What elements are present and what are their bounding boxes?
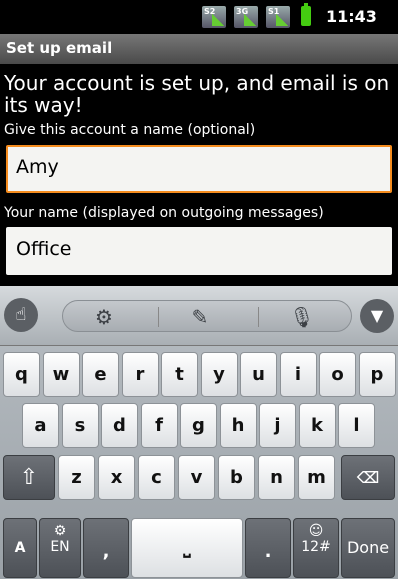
key-f[interactable]: f: [140, 403, 178, 448]
key-g[interactable]: g: [180, 403, 217, 448]
key-b[interactable]: b: [218, 455, 255, 500]
key-e[interactable]: e: [82, 352, 119, 397]
key-n[interactable]: n: [258, 455, 295, 500]
language-key[interactable]: ⚙ EN: [39, 518, 81, 578]
language-label: EN: [50, 539, 70, 555]
key-z[interactable]: z: [58, 455, 95, 500]
backspace-icon[interactable]: ⌫: [341, 455, 395, 500]
key-l[interactable]: l: [338, 403, 375, 448]
period-key[interactable]: .: [245, 518, 291, 578]
key-i[interactable]: i: [279, 352, 317, 397]
key-q[interactable]: q: [3, 352, 40, 397]
your-name-label: Your name (displayed on outgoing message…: [4, 205, 324, 221]
key-y[interactable]: y: [200, 352, 238, 397]
comma-key[interactable]: ,: [83, 518, 129, 578]
symbols-key[interactable]: ☺ 12#: [293, 518, 339, 578]
chevron-down-icon[interactable]: ▼: [360, 299, 394, 333]
key-c[interactable]: c: [138, 455, 175, 500]
key-r[interactable]: r: [121, 352, 159, 397]
key-j[interactable]: j: [259, 403, 296, 448]
account-name-label: Give this account a name (optional): [4, 122, 256, 138]
swype-hand-icon[interactable]: ☝: [4, 298, 38, 332]
key-v[interactable]: v: [178, 455, 215, 500]
key-u[interactable]: u: [240, 352, 277, 397]
gear-icon: ⚙: [53, 523, 67, 539]
space-key[interactable]: ⎵: [131, 518, 243, 578]
done-button[interactable]: Done: [341, 518, 395, 578]
data-3g-icon: 3G: [234, 6, 258, 28]
key-o[interactable]: o: [319, 352, 356, 397]
title-bar: Set up email: [0, 34, 398, 64]
key-m[interactable]: m: [298, 455, 335, 500]
battery-icon: [301, 3, 311, 26]
key-h[interactable]: h: [219, 403, 257, 448]
gear-icon[interactable]: ⚙: [91, 304, 117, 330]
keyboard-toolbar: ☝ ⚙ ✎ 🎙 ▼: [0, 286, 398, 346]
page-title: Set up email: [6, 39, 113, 57]
key-p[interactable]: p: [358, 352, 396, 397]
key-s[interactable]: s: [61, 403, 99, 448]
signal-s2-icon: S2: [202, 6, 226, 28]
status-bar: S2 3G S1 11:43 AM: [0, 0, 398, 44]
key-a[interactable]: a: [22, 403, 59, 448]
shift-arrow-icon[interactable]: ⇧: [3, 455, 55, 500]
key-k[interactable]: k: [298, 403, 336, 448]
key-t[interactable]: t: [161, 352, 198, 397]
account-name-field[interactable]: Amy: [6, 145, 392, 193]
notepad-pen-icon[interactable]: ✎: [187, 304, 213, 330]
your-name-field[interactable]: Office: [6, 227, 392, 275]
soft-keyboard: ☝ ⚙ ✎ 🎙 ▼ qwertyuiop asdfghjkl ⇧ zxcvbnm…: [0, 286, 398, 579]
signal-s1-icon: S1: [266, 6, 290, 28]
key-w[interactable]: w: [42, 352, 80, 397]
key-d[interactable]: d: [101, 403, 138, 448]
key-x[interactable]: x: [98, 455, 135, 500]
smiley-icon: ☺: [308, 523, 324, 539]
microphone-icon[interactable]: 🎙: [289, 304, 315, 330]
setup-message: Your account is set up, and email is on …: [4, 71, 390, 117]
keyboard-tool-pill: ⚙ ✎ 🎙: [62, 300, 352, 332]
input-mode-key[interactable]: A: [3, 518, 37, 578]
